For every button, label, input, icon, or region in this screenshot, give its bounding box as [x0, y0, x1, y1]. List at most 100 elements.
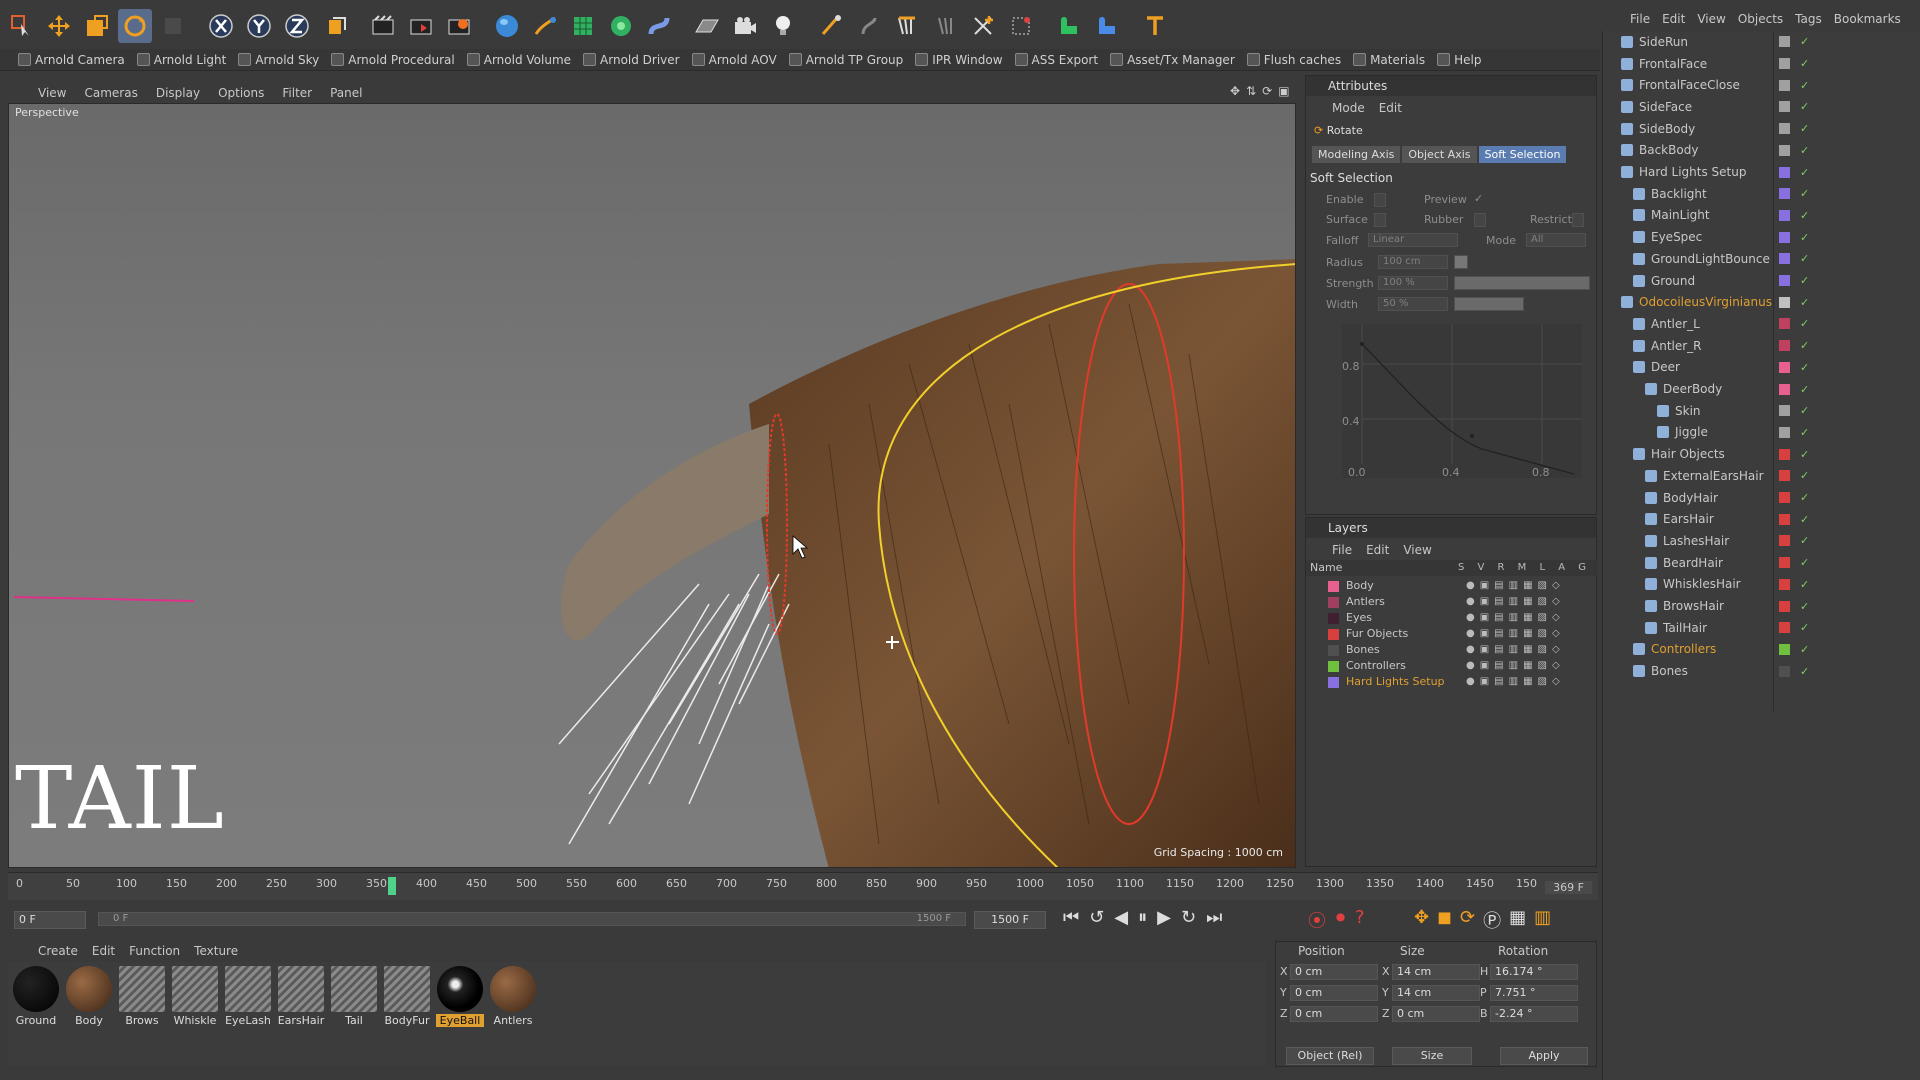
key-pla-icon[interactable]: ▦: [1509, 907, 1526, 933]
layer-row[interactable]: Eyes ●▣▤▥▦▧◇: [1306, 610, 1598, 626]
render-picture-viewer-icon[interactable]: [404, 9, 438, 43]
enabled-check-icon[interactable]: ✓: [1800, 100, 1809, 113]
pan-icon[interactable]: ✥: [1230, 84, 1240, 98]
keyframe-selection-icon[interactable]: ?: [1355, 907, 1365, 933]
material-swatch[interactable]: Body: [65, 966, 113, 1034]
viewport-menu-filter[interactable]: Filter: [282, 86, 312, 100]
mat-menu-texture[interactable]: Texture: [194, 941, 238, 961]
start-frame-field[interactable]: 0 F: [14, 911, 86, 929]
coord-size-select[interactable]: Size: [1392, 1047, 1472, 1065]
enabled-check-icon[interactable]: ✓: [1800, 665, 1809, 678]
layer-color-swatch[interactable]: [1328, 629, 1339, 640]
next-key-icon[interactable]: ↻: [1181, 907, 1196, 928]
object-row[interactable]: BodyHair ✓: [1603, 487, 1920, 509]
layer-flag-icons[interactable]: ●▣▤▥▦▧◇: [1466, 674, 1565, 690]
joint-tool-icon[interactable]: [1090, 9, 1124, 43]
layer-row[interactable]: Body ●▣▤▥▦▧◇: [1306, 578, 1598, 594]
size-field[interactable]: 14 cm: [1392, 964, 1480, 980]
object-row[interactable]: Skin ✓: [1603, 400, 1920, 422]
layer-flag-icons[interactable]: ●▣▤▥▦▧◇: [1466, 626, 1565, 642]
position-field[interactable]: 0 cm: [1290, 985, 1378, 1001]
layer-color-swatch[interactable]: [1779, 600, 1790, 612]
obj-menu-view[interactable]: View: [1697, 12, 1725, 26]
surface-checkbox[interactable]: [1374, 213, 1386, 227]
layer-color-swatch[interactable]: [1779, 622, 1790, 634]
object-row[interactable]: ExternalEarsHair ✓: [1603, 465, 1920, 487]
rotation-field[interactable]: -2.24 °: [1490, 1006, 1578, 1022]
object-row[interactable]: Hair Objects ✓: [1603, 443, 1920, 465]
material-swatch[interactable]: Tail: [330, 966, 378, 1034]
light-icon[interactable]: [766, 9, 800, 43]
subdivision-icon[interactable]: [566, 9, 600, 43]
go-to-end-icon[interactable]: ⏭: [1206, 907, 1222, 928]
z-axis-icon[interactable]: [280, 9, 314, 43]
size-field[interactable]: 14 cm: [1392, 985, 1480, 1001]
object-row[interactable]: FrontalFace ✓: [1603, 53, 1920, 75]
layer-color-swatch[interactable]: [1779, 101, 1790, 113]
position-field[interactable]: 0 cm: [1290, 1006, 1378, 1022]
enabled-check-icon[interactable]: ✓: [1800, 274, 1809, 287]
enabled-check-icon[interactable]: ✓: [1800, 448, 1809, 461]
layer-color-swatch[interactable]: [1779, 123, 1790, 135]
enabled-check-icon[interactable]: ✓: [1800, 166, 1809, 179]
obj-menu-objects[interactable]: Objects: [1738, 12, 1783, 26]
enable-checkbox[interactable]: [1374, 193, 1386, 207]
step-back-icon[interactable]: ◀: [1114, 907, 1128, 928]
enabled-check-icon[interactable]: ✓: [1800, 578, 1809, 591]
tab-object-axis[interactable]: Object Axis: [1402, 146, 1477, 163]
hair-guide-icon[interactable]: [1004, 9, 1038, 43]
enabled-check-icon[interactable]: ✓: [1800, 252, 1809, 265]
help-button[interactable]: Help: [1437, 53, 1481, 67]
enabled-check-icon[interactable]: ✓: [1800, 144, 1809, 157]
layer-row[interactable]: Hard Lights Setup ●▣▤▥▦▧◇: [1306, 674, 1598, 690]
asset-tx-manager-button[interactable]: Asset/Tx Manager: [1110, 53, 1235, 67]
layer-flag-icons[interactable]: ●▣▤▥▦▧◇: [1466, 658, 1565, 674]
mat-menu-create[interactable]: Create: [38, 941, 78, 961]
text-tool-icon[interactable]: [1138, 9, 1172, 43]
hair-comb-icon[interactable]: [890, 9, 924, 43]
arnold-procedural-button[interactable]: Arnold Procedural: [331, 53, 455, 67]
coordinate-system-icon[interactable]: [318, 9, 352, 43]
object-row[interactable]: BeardHair ✓: [1603, 552, 1920, 574]
viewport-menu-display[interactable]: Display: [156, 86, 200, 100]
enabled-check-icon[interactable]: ✓: [1800, 491, 1809, 504]
obj-menu-edit[interactable]: Edit: [1662, 12, 1685, 26]
size-field[interactable]: 0 cm: [1392, 1006, 1480, 1022]
layer-flag-icons[interactable]: ●▣▤▥▦▧◇: [1466, 610, 1565, 626]
object-row[interactable]: Controllers ✓: [1603, 639, 1920, 661]
object-row[interactable]: WhisklesHair ✓: [1603, 574, 1920, 596]
layer-color-swatch[interactable]: [1779, 253, 1790, 265]
layer-row[interactable]: Bones ●▣▤▥▦▧◇: [1306, 642, 1598, 658]
strength-field[interactable]: 100 %: [1378, 276, 1448, 290]
camera-icon[interactable]: [728, 9, 762, 43]
obj-menu-bookmarks[interactable]: Bookmarks: [1834, 12, 1901, 26]
width-field[interactable]: 50 %: [1378, 297, 1448, 311]
layers-menu-view[interactable]: View: [1403, 540, 1431, 560]
rotation-field[interactable]: 16.174 °: [1490, 964, 1578, 980]
tab-soft-selection[interactable]: Soft Selection: [1478, 146, 1567, 163]
object-row[interactable]: Bones ✓: [1603, 660, 1920, 682]
ass-export-button[interactable]: ASS Export: [1014, 53, 1098, 67]
material-swatch[interactable]: EyeBall: [436, 966, 484, 1034]
layer-row[interactable]: Controllers ●▣▤▥▦▧◇: [1306, 658, 1598, 674]
apply-button[interactable]: Apply: [1500, 1047, 1588, 1065]
enabled-check-icon[interactable]: ✓: [1800, 79, 1809, 92]
radius-field[interactable]: 100 cm: [1378, 255, 1448, 269]
recent-tools-icon[interactable]: [156, 9, 190, 43]
attr-menu-mode[interactable]: Mode: [1332, 98, 1365, 118]
cube-icon[interactable]: [490, 9, 524, 43]
object-row[interactable]: EyeSpec ✓: [1603, 226, 1920, 248]
sculpt-grab-icon[interactable]: [852, 9, 886, 43]
enabled-check-icon[interactable]: ✓: [1800, 122, 1809, 135]
object-row[interactable]: BackBody ✓: [1603, 140, 1920, 162]
enabled-check-icon[interactable]: ✓: [1800, 404, 1809, 417]
go-to-start-icon[interactable]: ⏮: [1063, 907, 1079, 928]
layer-color-swatch[interactable]: [1779, 557, 1790, 569]
live-selection-icon[interactable]: [4, 9, 38, 43]
layer-flag-icons[interactable]: ●▣▤▥▦▧◇: [1466, 578, 1565, 594]
enabled-check-icon[interactable]: ✓: [1800, 426, 1809, 439]
material-swatch[interactable]: BodyFur: [383, 966, 431, 1034]
object-row[interactable]: Jiggle ✓: [1603, 422, 1920, 444]
layers-menu-file[interactable]: File: [1332, 540, 1352, 560]
frame-range-slider[interactable]: 0 F 1500 F: [98, 912, 966, 926]
